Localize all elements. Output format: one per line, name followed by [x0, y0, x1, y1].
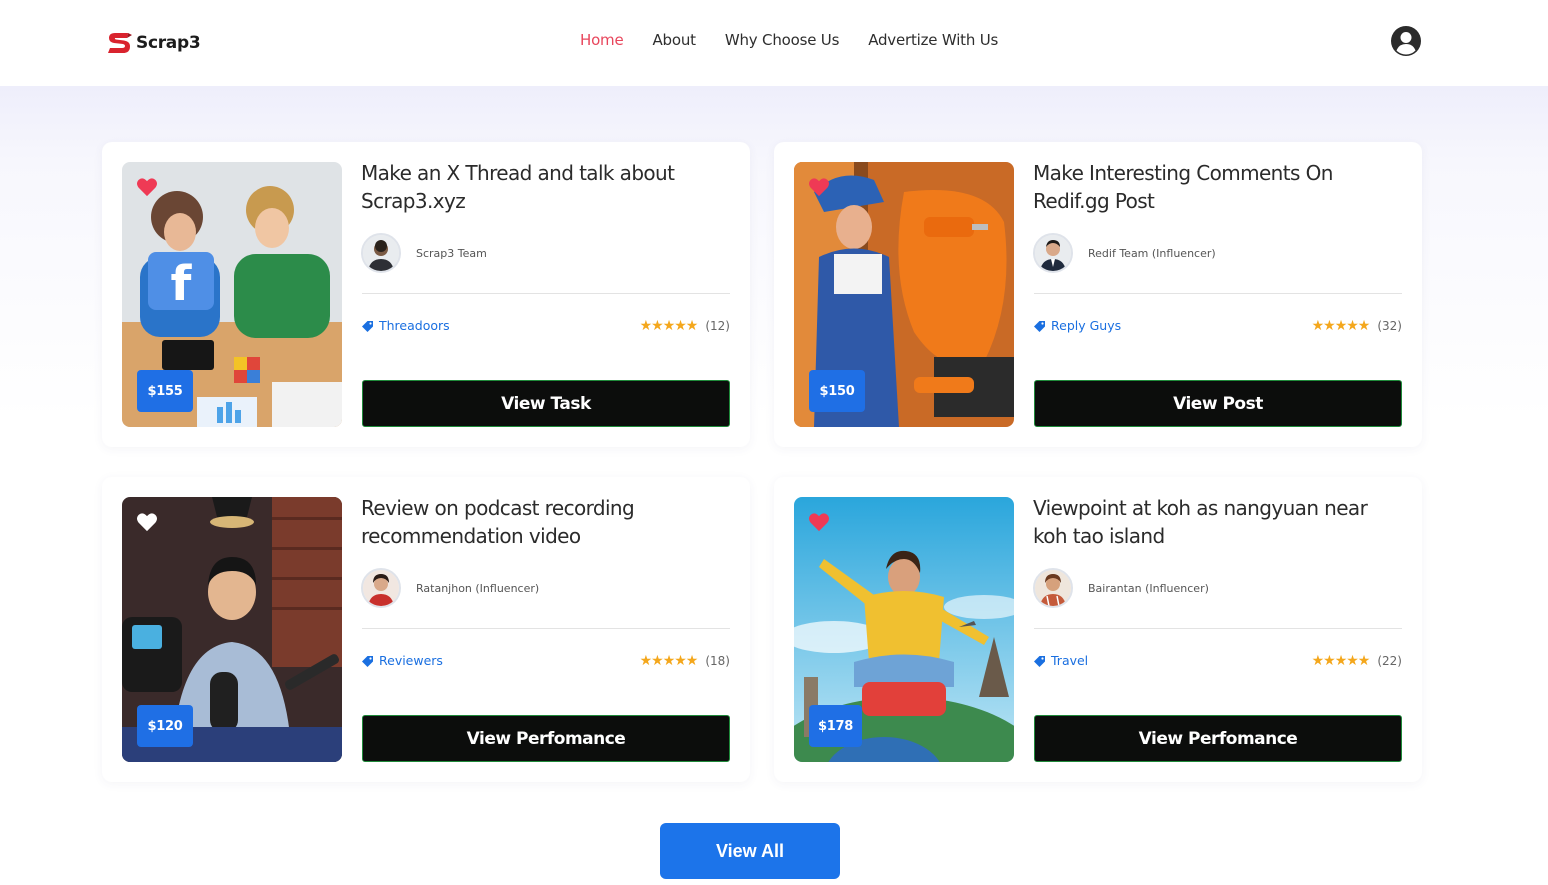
price-badge: $120 — [137, 705, 193, 747]
task-image-painter[interactable]: $150 — [794, 162, 1014, 427]
nav-about[interactable]: About — [653, 31, 697, 49]
task-title[interactable]: Review on podcast recording recommendati… — [361, 494, 731, 550]
task-card[interactable]: $150 Make Interesting Comments On Redif.… — [774, 142, 1422, 447]
task-title[interactable]: Make an X Thread and talk about Scrap3.x… — [361, 159, 731, 215]
task-card[interactable]: $178 Viewpoint at koh as nangyuan near k… — [774, 477, 1422, 782]
tag-icon — [1034, 320, 1045, 332]
task-card[interactable]: f $155 Make an X Thread and talk about S… — [102, 142, 750, 447]
task-title[interactable]: Make Interesting Comments On Redif.gg Po… — [1033, 159, 1403, 215]
svg-text:f: f — [171, 256, 193, 312]
task-title[interactable]: Viewpoint at koh as nangyuan near koh ta… — [1033, 494, 1403, 550]
price-badge: $155 — [137, 370, 193, 412]
avatar — [1033, 568, 1073, 608]
star-rating-icon: ★★★★★ — [639, 653, 699, 669]
category-tag[interactable]: Reviewers — [362, 653, 443, 668]
tag-label: Reply Guys — [1051, 318, 1122, 333]
nav-advertize-with-us[interactable]: Advertize With Us — [868, 31, 998, 49]
star-rating-icon: ★★★★★ — [639, 318, 699, 334]
category-tag[interactable]: Threadoors — [362, 318, 450, 333]
divider — [1034, 293, 1402, 294]
rating-count: (32) — [1377, 319, 1402, 333]
rating: ★★★★★ (12) — [640, 318, 730, 334]
tag-icon — [362, 320, 373, 332]
nav-why-choose-us[interactable]: Why Choose Us — [725, 31, 840, 49]
favorite-heart-icon[interactable] — [136, 512, 158, 532]
star-rating-icon: ★★★★★ — [1311, 318, 1371, 334]
task-image-podcast[interactable]: $120 — [122, 497, 342, 762]
rating-count: (18) — [705, 654, 730, 668]
star-rating-icon: ★★★★★ — [1311, 653, 1371, 669]
task-card[interactable]: $120 Review on podcast recording recomme… — [102, 477, 750, 782]
author-name: Bairantan (Influencer) — [1088, 581, 1209, 595]
author-name: Ratanjhon (Influencer) — [416, 581, 540, 595]
rating-count: (22) — [1377, 654, 1402, 668]
favorite-heart-icon[interactable] — [808, 177, 830, 197]
task-author: Redif Team (Influencer) — [1033, 233, 1216, 273]
rating: ★★★★★ (18) — [640, 653, 730, 669]
avatar — [1033, 233, 1073, 273]
divider — [362, 293, 730, 294]
scrap3-logo-icon — [108, 33, 132, 53]
brand-logo[interactable]: Scrap3 — [106, 29, 201, 57]
author-name: Scrap3 Team — [416, 246, 487, 260]
rating: ★★★★★ (32) — [1312, 318, 1402, 334]
price-badge: $178 — [809, 705, 862, 747]
site-header: Scrap3 Home About Why Choose Us Advertiz… — [0, 0, 1548, 86]
rating: ★★★★★ (22) — [1312, 653, 1402, 669]
tag-icon — [362, 655, 373, 667]
nav-home[interactable]: Home — [580, 31, 624, 49]
tag-label: Reviewers — [379, 653, 443, 668]
task-image-travel[interactable]: $178 — [794, 497, 1014, 762]
tag-label: Threadoors — [379, 318, 450, 333]
view-perfomance-button[interactable]: View Perfomance — [362, 715, 730, 762]
divider — [362, 628, 730, 629]
tag-icon — [1034, 655, 1045, 667]
task-image-social-media[interactable]: f $155 — [122, 162, 342, 427]
task-author: Bairantan (Influencer) — [1033, 568, 1209, 608]
user-circle-icon[interactable] — [1390, 25, 1422, 57]
price-badge: $150 — [809, 370, 865, 412]
author-name: Redif Team (Influencer) — [1088, 246, 1216, 260]
favorite-heart-icon[interactable] — [808, 512, 830, 532]
main-nav: Home About Why Choose Us Advertize With … — [580, 31, 998, 49]
view-perfomance-button[interactable]: View Perfomance — [1034, 715, 1402, 762]
avatar — [361, 233, 401, 273]
avatar — [361, 568, 401, 608]
divider — [1034, 628, 1402, 629]
rating-count: (12) — [705, 319, 730, 333]
view-task-button[interactable]: View Task — [362, 380, 730, 427]
task-author: Ratanjhon (Influencer) — [361, 568, 539, 608]
tag-label: Travel — [1051, 653, 1089, 668]
brand-name: Scrap3 — [136, 33, 201, 53]
favorite-heart-icon[interactable] — [136, 177, 158, 197]
task-author: Scrap3 Team — [361, 233, 487, 273]
category-tag[interactable]: Reply Guys — [1034, 318, 1121, 333]
view-all-button[interactable]: View All — [660, 823, 840, 879]
view-post-button[interactable]: View Post — [1034, 380, 1402, 427]
category-tag[interactable]: Travel — [1034, 653, 1088, 668]
